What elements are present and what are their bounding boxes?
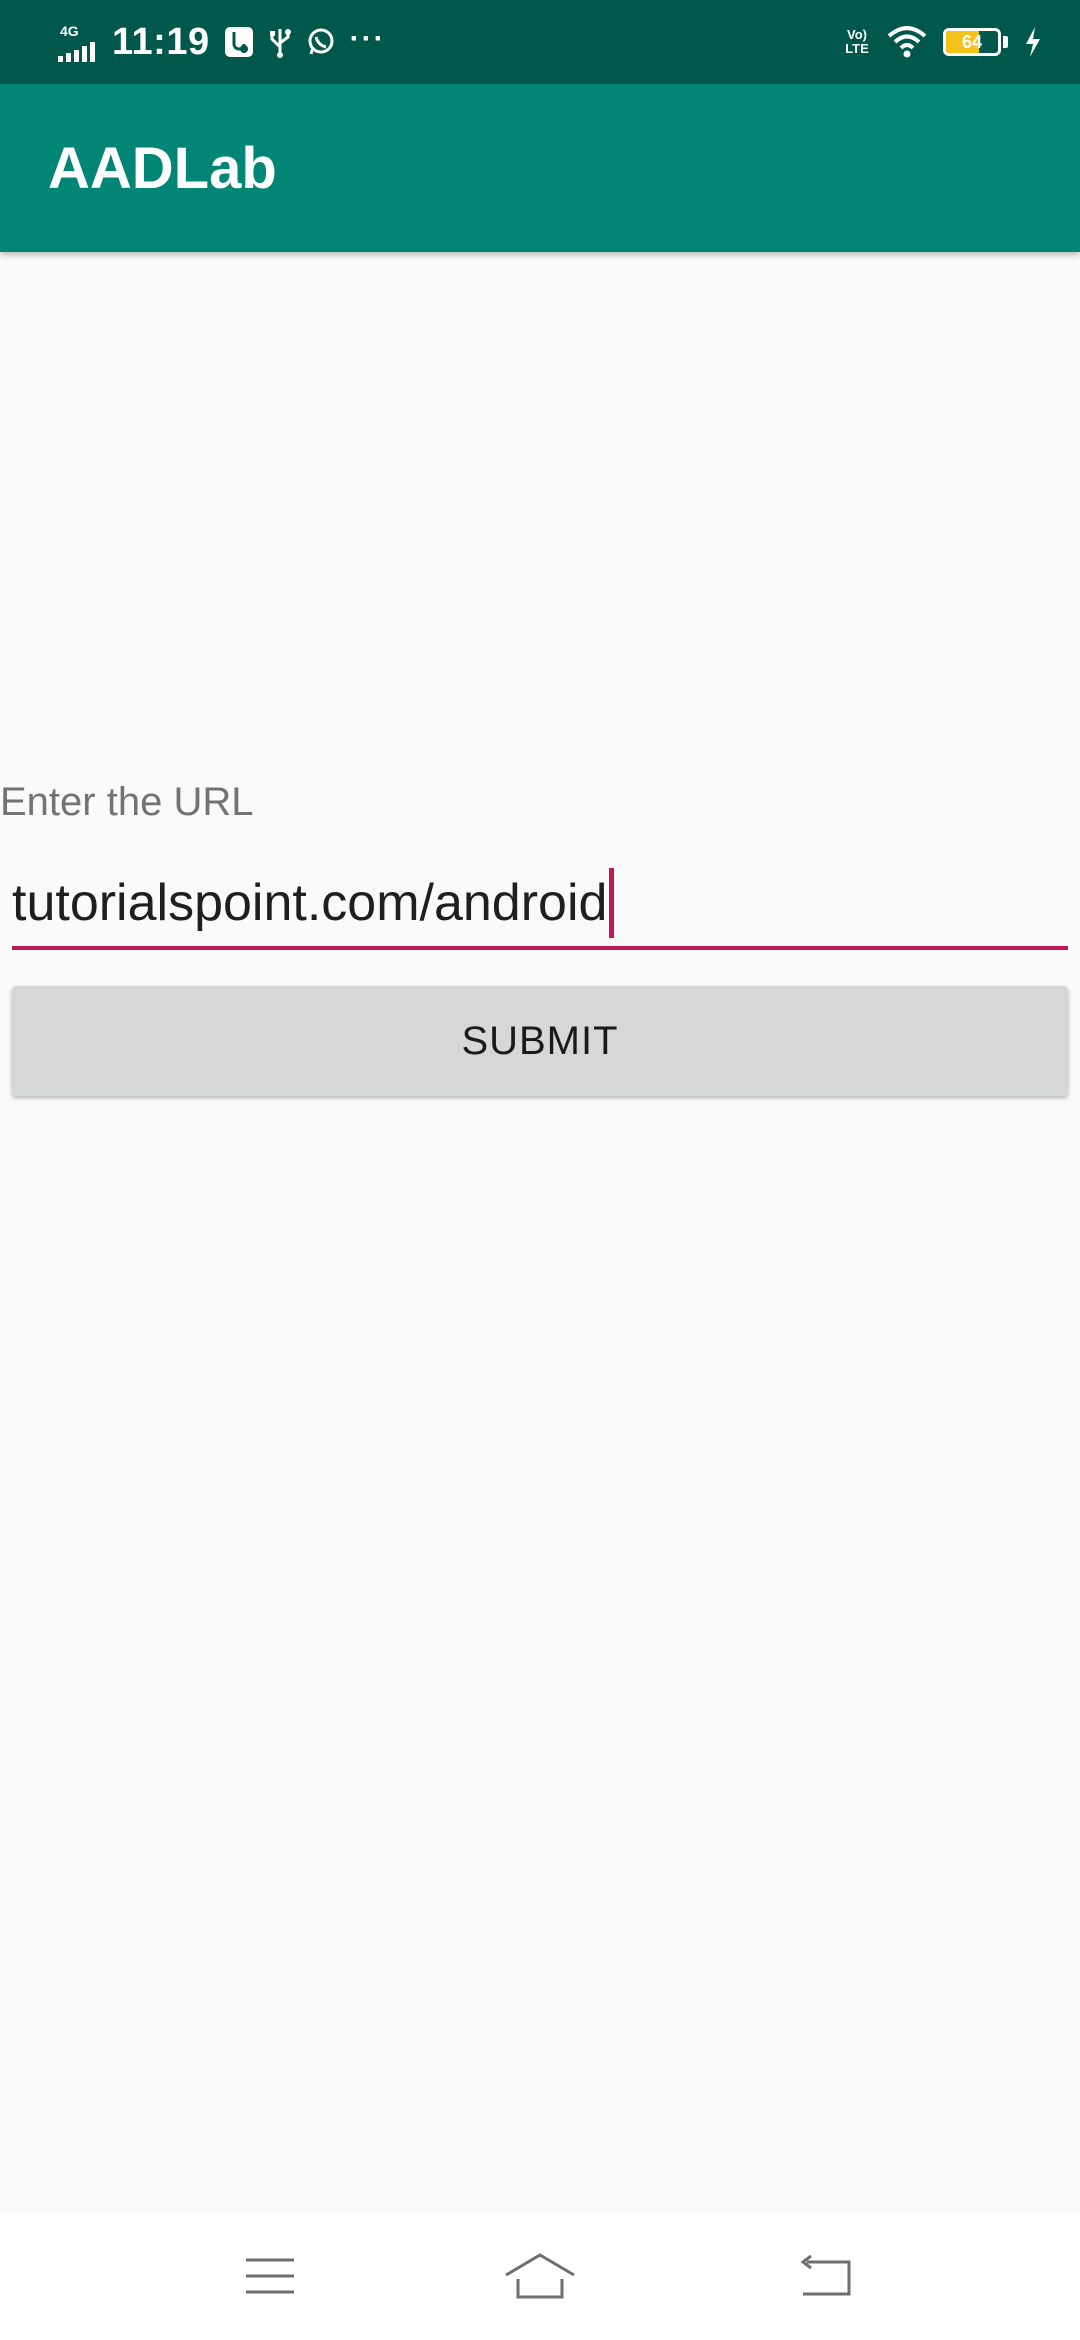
url-input-value: tutorialspoint.com/android <box>12 874 608 932</box>
battery-tip <box>1003 36 1008 48</box>
signal-icon: 4G <box>58 22 98 62</box>
network-type: 4G <box>60 23 79 39</box>
status-bar-right: Vo) LTE 64 <box>843 0 1042 84</box>
status-bar-left: 4G 11:19 ··· <box>58 0 386 84</box>
submit-button[interactable]: SUBMIT <box>12 986 1068 1096</box>
battery-icon: 64 <box>943 28 1001 56</box>
wifi-icon <box>887 26 927 58</box>
clock: 11:19 <box>112 20 210 63</box>
app-bar: AADLab <box>0 84 1080 252</box>
battery-level: 64 <box>961 31 983 52</box>
url-input[interactable]: tutorialspoint.com/android <box>12 860 1068 950</box>
usb-icon <box>268 25 292 59</box>
volte-top-label: Vo) <box>847 27 867 42</box>
navigation-bar <box>0 2212 1080 2340</box>
menu-icon[interactable] <box>190 2212 350 2340</box>
home-icon[interactable] <box>460 2212 620 2340</box>
volte-icon: Vo) LTE <box>843 28 871 56</box>
status-bar: 4G 11:19 ··· Vo) LTE 64 <box>0 0 1080 84</box>
volte-bottom-label: LTE <box>845 41 869 56</box>
back-icon[interactable] <box>745 2212 905 2340</box>
usb-debug-icon <box>224 26 254 58</box>
charging-icon <box>1024 27 1042 57</box>
text-cursor <box>609 868 615 938</box>
app-title: AADLab <box>48 135 277 201</box>
more-notifications-icon: ··· <box>349 22 386 55</box>
whatsapp-icon <box>306 27 336 57</box>
url-label: Enter the URL <box>0 780 254 824</box>
screen: 4G 11:19 ··· Vo) LTE 64 AADLab Enter the… <box>0 0 1080 2340</box>
